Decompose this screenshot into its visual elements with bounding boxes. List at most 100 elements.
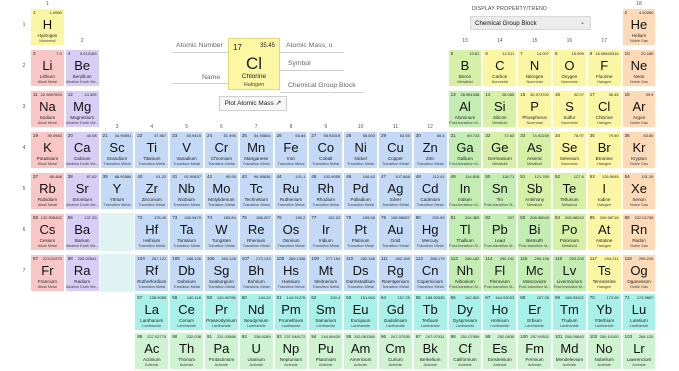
element-cell-ti[interactable]: 22 47.867 Ti Titanium Transition Metal	[134, 131, 170, 169]
element-cell-ac[interactable]: 89 227.02775 Ac Actinium Actinide	[134, 332, 170, 370]
element-cell-mt[interactable]: 109 277.154 Mt Meitnerium Transition Metal	[308, 254, 344, 292]
element-cell-te[interactable]: 52 127.6 Te Tellurium Metalloid	[552, 172, 587, 210]
element-cell-al[interactable]: 13 26.981538 Al Aluminum Post-transition M..…	[447, 90, 483, 128]
element-cell-mn[interactable]: 25 54.93804 Mn Manganese Transition Metal	[238, 131, 274, 169]
element-cell-th[interactable]: 90 232.038 Th Thorium Actinide	[169, 332, 204, 370]
element-cell-n[interactable]: 7 14.007 N Nitrogen Nonmetal	[517, 49, 552, 87]
element-cell-ag[interactable]: 47 107.868 Ag Silver Transition Metal	[378, 172, 413, 210]
element-cell-be[interactable]: 4 9.012183 Be Beryllium Alkaline Earth Me...	[64, 49, 100, 87]
element-cell-ce[interactable]: 58 140.116 Ce Cerium Lanthanide	[169, 293, 204, 331]
element-cell-pd[interactable]: 46 106.42 Pd Palladium Transition Metal	[343, 172, 378, 210]
element-cell-eu[interactable]: 63 151.964 Eu Europium Lanthanide	[343, 293, 378, 331]
element-cell-cs[interactable]: 55 132.905452 Cs Cesium Alkali Metal	[30, 213, 65, 251]
element-cell-db[interactable]: 105 268.126 Db Dubnium Transition Metal	[169, 254, 204, 292]
element-cell-tc[interactable]: 43 96.90636 Tc Technetium Transition Metal	[238, 172, 274, 210]
element-cell-mg[interactable]: 12 24.305 Mg Magnesium Alkaline Earth Me...	[64, 90, 100, 128]
element-cell-fe[interactable]: 26 55.84 Fe Iron Transition Metal	[273, 131, 309, 169]
element-cell-na[interactable]: 11 22.9897693 Na Sodium Alkali Metal	[30, 90, 65, 128]
element-cell-bh[interactable]: 107 270.133 Bh Bohrium Transition Metal	[238, 254, 274, 292]
element-cell-li[interactable]: 3 7.0 Li Lithium Alkali Metal	[30, 49, 65, 87]
element-cell-k[interactable]: 19 39.0983 K Potassium Alkali Metal	[30, 131, 65, 169]
element-cell-o[interactable]: 8 15.999 O Oxygen Nonmetal	[552, 49, 587, 87]
element-cell-tb[interactable]: 65 158.92535 Tb Terbium Lanthanide	[412, 293, 448, 331]
element-cell-bk[interactable]: 97 247.07031 Bk Berkelium Actinide	[412, 332, 448, 370]
element-cell-fl[interactable]: 114 290.192 Fl Flerovium Post-transition M..…	[482, 254, 518, 292]
element-cell-sg[interactable]: 106 269.128 Sg Seaborgium Transition Metal	[204, 254, 239, 292]
element-cell-ru[interactable]: 44 101.1 Ru Ruthenium Transition Metal	[273, 172, 309, 210]
element-cell-i[interactable]: 53 126.9045 I Iodine Halogen	[586, 172, 622, 210]
element-cell-re[interactable]: 75 186.207 Re Rhenium Transition Metal	[238, 213, 274, 251]
element-cell-lv[interactable]: 116 293.205 Lv Livermorium Post-transition M…	[552, 254, 587, 292]
element-cell-np[interactable]: 93 237.048172 Np Neptunium Actinide	[273, 332, 309, 370]
element-cell-lu[interactable]: 71 174.9667 Lu Lutetium Lanthanide	[621, 293, 657, 331]
element-cell-dy[interactable]: 66 162.500 Dy Dysprosium Lanthanide	[447, 293, 483, 331]
element-cell-rg[interactable]: 111 282.169 Rg Roentgenium Transition Metal	[378, 254, 413, 292]
element-cell-ar[interactable]: 18 39.9 Ar Argon Noble Gas	[621, 90, 657, 128]
element-cell-ds[interactable]: 110 282.166 Ds Darmstadtium Transition Metal	[343, 254, 378, 292]
element-cell-br[interactable]: 35 79.90 Br Bromine Halogen	[586, 131, 622, 169]
element-cell-cl[interactable]: 17 35.45 Cl Chlorine Halogen	[586, 90, 622, 128]
element-cell-co[interactable]: 27 58.93319 Co Cobalt Transition Metal	[308, 131, 344, 169]
element-cell-la[interactable]: 57 138.9055 La Lanthanum Lanthanide	[134, 293, 170, 331]
element-cell-am[interactable]: 95 243.061380 Am Americium Actinide	[343, 332, 378, 370]
element-cell-pt[interactable]: 78 195.08 Pt Platinum Transition Metal	[343, 213, 378, 251]
element-cell-au[interactable]: 79 196.96657 Au Gold Transition Metal	[378, 213, 413, 251]
element-cell-as[interactable]: 33 74.92159 As Arsenic Metalloid	[517, 131, 552, 169]
element-cell-w[interactable]: 74 183.84 W Tungsten Transition Metal	[204, 213, 239, 251]
element-cell-tm[interactable]: 69 168.93422 Tm Thulium Lanthanide	[552, 293, 587, 331]
element-cell-hg[interactable]: 80 200.59 Hg Mercury Transition Metal	[412, 213, 448, 251]
element-cell-sm[interactable]: 62 150.4 Sm Samarium Lanthanide	[308, 293, 344, 331]
element-cell-sc[interactable]: 21 44.95591 Sc Scandium Transition Metal	[99, 131, 135, 169]
element-cell-ho[interactable]: 67 164.93033 Ho Holmium Lanthanide	[482, 293, 518, 331]
element-cell-ge[interactable]: 32 72.63 Ge Germanium Metalloid	[482, 131, 518, 169]
element-cell-cu[interactable]: 29 63.55 Cu Copper Transition Metal	[378, 131, 413, 169]
element-cell-pu[interactable]: 94 244.06420 Pu Plutonium Actinide	[308, 332, 344, 370]
element-cell-nh[interactable]: 113 286.182 Nh Nihonium Post-transition M...	[447, 254, 483, 292]
element-cell-cn[interactable]: 112 286.179 Cn Copernicium Transition Metal	[412, 254, 448, 292]
element-cell-hs[interactable]: 108 269.1336 Hs Hassium Transition Metal	[273, 254, 309, 292]
element-cell-pm[interactable]: 61 144.91276 Pm Promethium Lanthanide	[273, 293, 309, 331]
element-cell-kr[interactable]: 36 83.80 Kr Krypton Noble Gas	[621, 131, 657, 169]
element-cell-zn[interactable]: 30 65.4 Zn Zinc Transition Metal	[412, 131, 448, 169]
element-cell-nd[interactable]: 60 144.24 Nd Neodymium Lanthanide	[238, 293, 274, 331]
element-cell-s[interactable]: 16 32.07 S Sulfur Nonmetal	[552, 90, 587, 128]
element-cell-bi[interactable]: 83 208.98040 Bi Bismuth Post-transition M...	[517, 213, 552, 251]
element-cell-rn[interactable]: 86 222.01758 Rn Radon Noble Gas	[621, 213, 657, 251]
element-cell-cr[interactable]: 24 51.996 Cr Chromium Transition Metal	[204, 131, 239, 169]
element-cell-si[interactable]: 14 28.085 Si Silicon Metalloid	[482, 90, 518, 128]
element-cell-tl[interactable]: 81 204.383 Tl Thallium Post-transition M...	[447, 213, 483, 251]
element-cell-cd[interactable]: 48 112.41 Cd Cadmium Transition Metal	[412, 172, 448, 210]
element-cell-ta[interactable]: 73 180.9479 Ta Tantalum Transition Metal	[169, 213, 204, 251]
element-cell-u[interactable]: 92 238.0289 U Uranium Actinide	[238, 332, 274, 370]
element-cell-sn[interactable]: 50 118.71 Sn Tin Post-transition M...	[482, 172, 518, 210]
element-cell-cm[interactable]: 96 247.07035 Cm Curium Actinide	[378, 332, 413, 370]
element-cell-es[interactable]: 99 252.0830 Es Einsteinium Actinide	[482, 332, 518, 370]
element-cell-er[interactable]: 68 167.26 Er Erbium Lanthanide	[517, 293, 552, 331]
element-cell-pr[interactable]: 59 140.90766 Pr Praseodymium Lanthanide	[204, 293, 239, 331]
element-cell-no[interactable]: 102 259.10100 No Nobelium Actinide	[586, 332, 622, 370]
element-cell-md[interactable]: 101 258.09843 Md Mendelevium Actinide	[552, 332, 587, 370]
element-cell-og[interactable]: 118 295.216 Og Oganesson Noble Gas	[621, 254, 657, 292]
element-cell-sr[interactable]: 38 87.62 Sr Strontium Alkaline Earth Me...	[64, 172, 100, 210]
element-cell-he[interactable]: 2 4.00260 He Helium Noble Gas	[621, 8, 657, 46]
element-cell-ts[interactable]: 117 294.211 Ts Tennessine Halogen	[586, 254, 622, 292]
element-cell-f[interactable]: 9 18.99840316 F Fluorine Halogen	[586, 49, 622, 87]
element-cell-ir[interactable]: 77 192.22 Ir Iridium Transition Metal	[308, 213, 344, 251]
element-cell-xe[interactable]: 54 131.29 Xe Xenon Noble Gas	[621, 172, 657, 210]
element-cell-sb[interactable]: 51 121.760 Sb Antimony Metalloid	[517, 172, 552, 210]
element-cell-se[interactable]: 34 78.97 Se Selenium Nonmetal	[552, 131, 587, 169]
element-cell-os[interactable]: 76 190.2 Os Osmium Transition Metal	[273, 213, 309, 251]
element-cell-zr[interactable]: 40 91.22 Zr Zirconium Transition Metal	[134, 172, 170, 210]
element-cell-po[interactable]: 84 208.98243 Po Polonium Metalloid	[552, 213, 587, 251]
element-cell-fm[interactable]: 100 257.09511 Fm Fermium Actinide	[517, 332, 552, 370]
element-cell-ca[interactable]: 20 40.08 Ca Calcium Alkaline Earth Me...	[64, 131, 100, 169]
element-cell-p[interactable]: 15 30.973762 P Phosphorus Nonmetal	[517, 90, 552, 128]
chevron-down-icon[interactable]: ⌄	[580, 17, 585, 30]
element-cell-in[interactable]: 49 114.818 In Indium Post-transition M...	[447, 172, 483, 210]
element-cell-fr[interactable]: 87 223.01973 Fr Francium Alkali Metal	[30, 254, 65, 292]
element-cell-gd[interactable]: 64 157.25 Gd Gadolinium Lanthanide	[378, 293, 413, 331]
element-cell-h[interactable]: 1 1.0080 H Hydrogen Nonmetal	[30, 8, 65, 46]
element-cell-hf[interactable]: 72 178.49 Hf Hafnium Transition Metal	[134, 213, 170, 251]
element-cell-y[interactable]: 39 88.90584 Y Yttrium Transition Metal	[99, 172, 135, 210]
element-cell-rh[interactable]: 45 102.9055 Rh Rhodium Transition Metal	[308, 172, 344, 210]
